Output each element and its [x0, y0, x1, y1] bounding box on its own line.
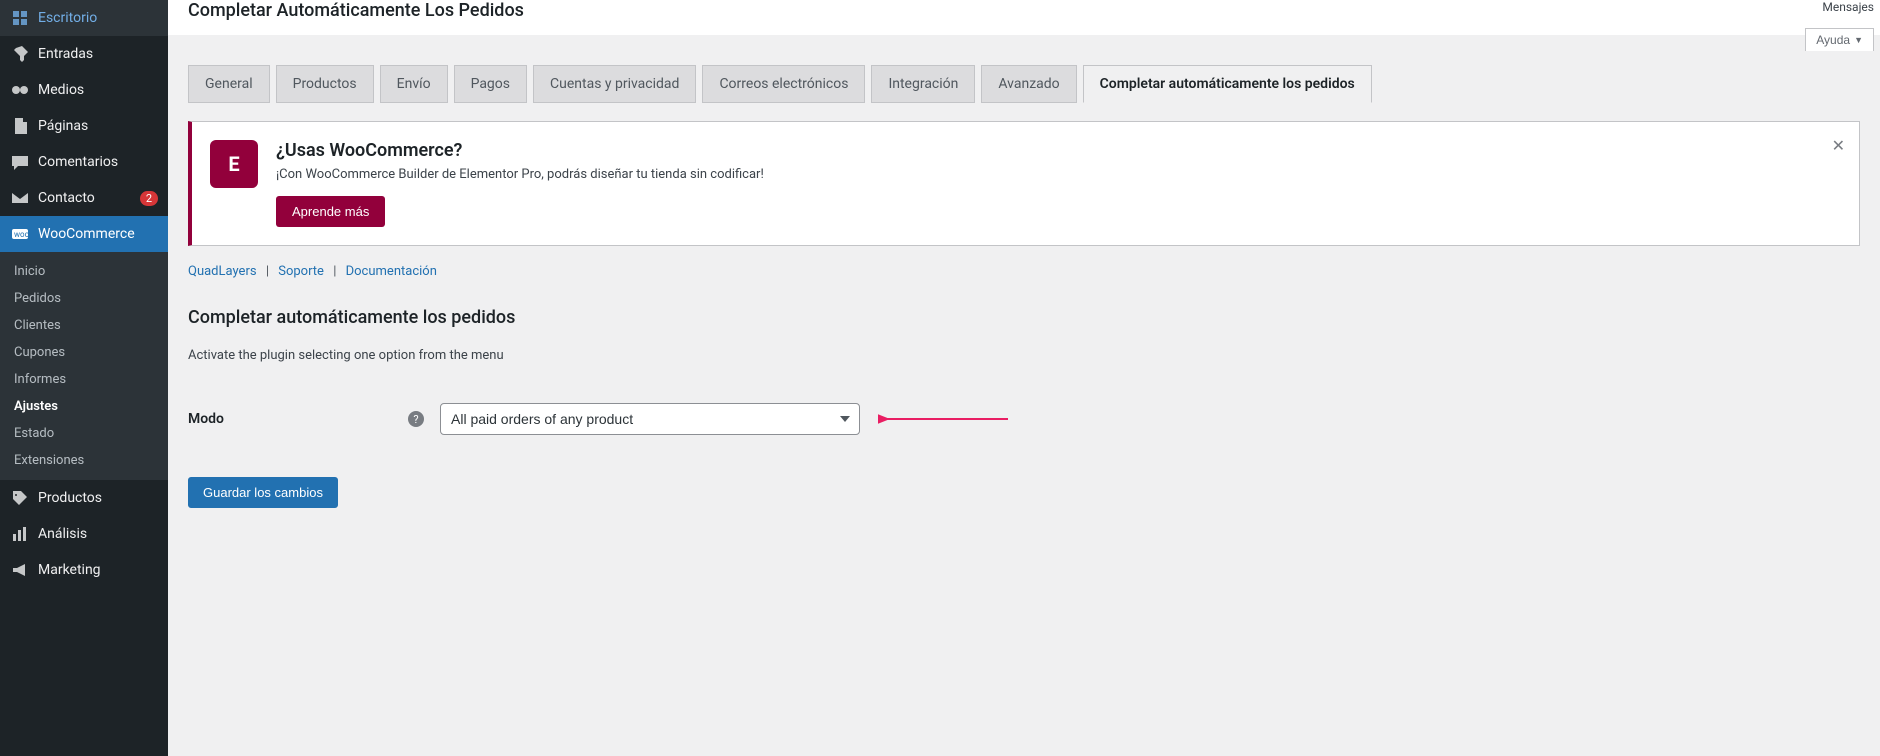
sidebar-item-medios[interactable]: Medios	[0, 72, 168, 108]
product-icon	[10, 488, 30, 508]
megaphone-icon	[10, 560, 30, 580]
sidebar-item-label: WooCommerce	[38, 226, 158, 242]
link-quadlayers[interactable]: QuadLayers	[188, 264, 257, 279]
svg-text:woo: woo	[14, 230, 30, 239]
sidebar-item-label: Páginas	[38, 118, 158, 134]
tab-productos[interactable]: Productos	[276, 65, 374, 103]
tab-autocomplete-orders[interactable]: Completar automáticamente los pedidos	[1083, 65, 1372, 103]
sidebar-item-label: Entradas	[38, 46, 158, 62]
sidebar-item-productos[interactable]: Productos	[0, 480, 168, 516]
save-button[interactable]: Guardar los cambios	[188, 477, 338, 508]
close-icon: ✕	[1832, 138, 1845, 155]
sidebar-item-label: Productos	[38, 490, 158, 506]
modo-label: Modo	[188, 411, 408, 427]
plugin-sublinks: QuadLayers | Soporte | Documentación	[188, 264, 1860, 279]
sidebar-item-label: Medios	[38, 82, 158, 98]
sidebar-item-label: Comentarios	[38, 154, 158, 170]
dashboard-icon	[10, 8, 30, 28]
sidebar-item-woocommerce[interactable]: woo WooCommerce	[0, 216, 168, 252]
media-icon	[10, 80, 30, 100]
submenu-item-pedidos[interactable]: Pedidos	[0, 285, 168, 312]
separator: |	[266, 264, 269, 279]
form-row-modo: Modo ? All paid orders of any product	[188, 403, 1860, 435]
sidebar-item-escritorio[interactable]: Escritorio	[0, 0, 168, 36]
notice-body-text: ¡Con WooCommerce Builder de Elementor Pr…	[276, 167, 764, 182]
help-label: Ayuda	[1816, 33, 1850, 47]
sidebar-item-label: Contacto	[38, 190, 134, 206]
sidebar-item-label: Marketing	[38, 562, 158, 578]
settings-tabs: General Productos Envío Pagos Cuentas y …	[188, 65, 1860, 103]
submenu-item-ajustes[interactable]: Ajustes	[0, 393, 168, 420]
dismiss-notice-button[interactable]: ✕	[1826, 130, 1851, 162]
elementor-logo-icon: E	[210, 140, 258, 188]
sidebar-item-comentarios[interactable]: Comentarios	[0, 144, 168, 180]
section-title: Completar automáticamente los pedidos	[188, 307, 1860, 328]
sidebar-item-label: Escritorio	[38, 10, 158, 26]
tab-pagos[interactable]: Pagos	[454, 65, 527, 103]
submenu-item-inicio[interactable]: Inicio	[0, 258, 168, 285]
separator: |	[333, 264, 336, 279]
sidebar-item-marketing[interactable]: Marketing	[0, 552, 168, 588]
learn-more-button[interactable]: Aprende más	[276, 196, 385, 227]
main-content: Completar Automáticamente Los Pedidos Me…	[168, 0, 1880, 756]
sidebar-item-label: Análisis	[38, 526, 158, 542]
link-soporte[interactable]: Soporte	[278, 264, 324, 279]
help-tooltip-icon[interactable]: ?	[408, 411, 424, 427]
tab-cuentas[interactable]: Cuentas y privacidad	[533, 65, 696, 103]
tab-envio[interactable]: Envío	[380, 65, 448, 103]
page-title: Completar Automáticamente Los Pedidos	[188, 0, 1860, 27]
modo-select[interactable]: All paid orders of any product	[440, 403, 860, 435]
messages-indicator[interactable]: Mensajes	[1822, 0, 1874, 14]
modo-select-wrap: All paid orders of any product	[440, 403, 860, 435]
help-toggle[interactable]: Ayuda	[1805, 28, 1874, 51]
admin-sidebar: Escritorio Entradas Medios Páginas Comen…	[0, 0, 168, 756]
sidebar-item-paginas[interactable]: Páginas	[0, 108, 168, 144]
section-description: Activate the plugin selecting one option…	[188, 348, 1860, 363]
analytics-icon	[10, 524, 30, 544]
woo-icon: woo	[10, 224, 30, 244]
pages-icon	[10, 116, 30, 136]
submenu-item-cupones[interactable]: Cupones	[0, 339, 168, 366]
topbar: Completar Automáticamente Los Pedidos Me…	[168, 0, 1880, 35]
sidebar-item-analisis[interactable]: Análisis	[0, 516, 168, 552]
annotation-arrow	[878, 411, 1008, 427]
tab-avanzado[interactable]: Avanzado	[981, 65, 1076, 103]
tab-correos[interactable]: Correos electrónicos	[702, 65, 865, 103]
submenu-item-extensiones[interactable]: Extensiones	[0, 447, 168, 474]
pin-icon	[10, 44, 30, 64]
elementor-notice: E ¿Usas WooCommerce? ¡Con WooCommerce Bu…	[188, 121, 1860, 246]
woocommerce-submenu: Inicio Pedidos Clientes Cupones Informes…	[0, 252, 168, 480]
badge-count: 2	[140, 191, 158, 206]
sidebar-item-contacto[interactable]: Contacto 2	[0, 180, 168, 216]
submenu-item-informes[interactable]: Informes	[0, 366, 168, 393]
link-documentacion[interactable]: Documentación	[346, 264, 437, 279]
comment-icon	[10, 152, 30, 172]
notice-title: ¿Usas WooCommerce?	[276, 140, 764, 161]
tab-integracion[interactable]: Integración	[871, 65, 975, 103]
tab-general[interactable]: General	[188, 65, 270, 103]
sidebar-item-entradas[interactable]: Entradas	[0, 36, 168, 72]
submenu-item-estado[interactable]: Estado	[0, 420, 168, 447]
submenu-item-clientes[interactable]: Clientes	[0, 312, 168, 339]
mail-icon	[10, 188, 30, 208]
